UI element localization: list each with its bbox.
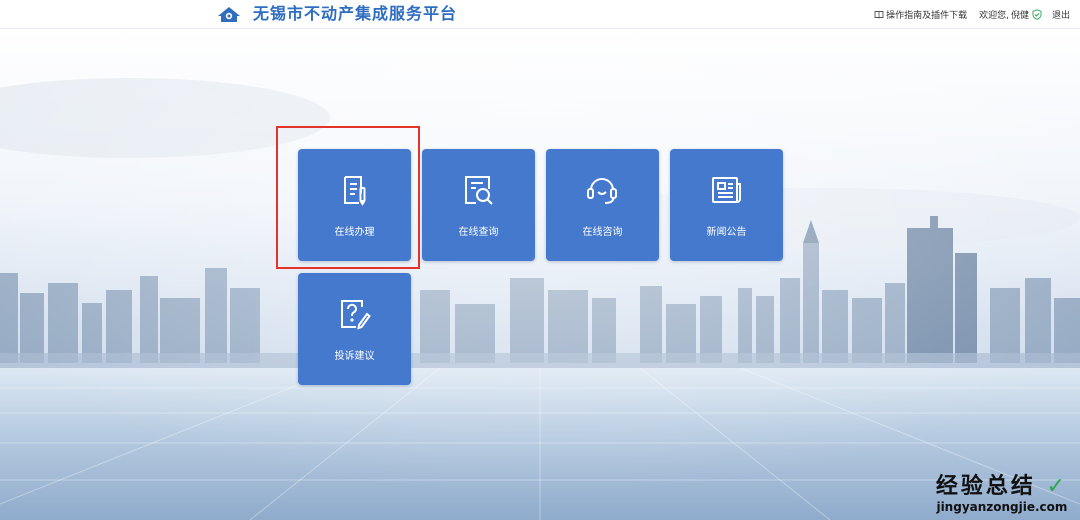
check-mark-icon: ✓	[1035, 474, 1068, 499]
newspaper-icon	[712, 177, 741, 203]
tile-online-query[interactable]: 在线查询	[422, 149, 535, 261]
logout-link[interactable]: 退出	[1052, 8, 1070, 21]
tile-label: 在线办理	[334, 227, 375, 238]
welcome-text: 欢迎您,	[979, 10, 1009, 21]
guide-download-link[interactable]: 操作指南及插件下载	[874, 8, 967, 21]
watermark-url: jingyanzongjie.com	[936, 500, 1068, 514]
house-logo-icon	[218, 7, 240, 22]
tile-online-processing[interactable]: 在线办理	[298, 149, 411, 261]
top-header: 无锡市不动产集成服务平台 操作指南及插件下载 欢迎您, 倪健 退出	[0, 0, 1080, 29]
tile-label: 新闻公告	[706, 227, 747, 238]
tile-label: 在线查询	[458, 227, 499, 238]
tile-complaint-suggestion[interactable]: 投诉建议	[298, 273, 411, 385]
page: 无锡市不动产集成服务平台 操作指南及插件下载 欢迎您, 倪健 退出 在线办理 在…	[0, 0, 1080, 520]
headset-icon	[587, 178, 617, 204]
question-pen-icon	[341, 300, 371, 330]
document-pen-icon	[344, 176, 366, 206]
tile-online-consult[interactable]: 在线咨询	[546, 149, 659, 261]
search-document-icon	[465, 176, 493, 205]
city-background-image	[0, 28, 1080, 520]
header-toolbar: 操作指南及插件下载 欢迎您, 倪健 退出	[864, 5, 1070, 23]
tile-news-announcement[interactable]: 新闻公告	[670, 149, 783, 261]
watermark-text: 经验总结 ✓	[935, 474, 1068, 499]
verified-shield-icon	[1032, 8, 1042, 20]
guide-download-label: 操作指南及插件下载	[886, 10, 968, 21]
platform-title: 无锡市不动产集成服务平台	[253, 4, 458, 23]
book-icon	[874, 10, 884, 19]
watermark: 经验总结 ✓ jingyanzongjie.com	[936, 474, 1068, 514]
username: 倪健	[1010, 10, 1029, 21]
tile-label: 在线咨询	[582, 227, 623, 238]
tile-label: 投诉建议	[334, 351, 375, 362]
